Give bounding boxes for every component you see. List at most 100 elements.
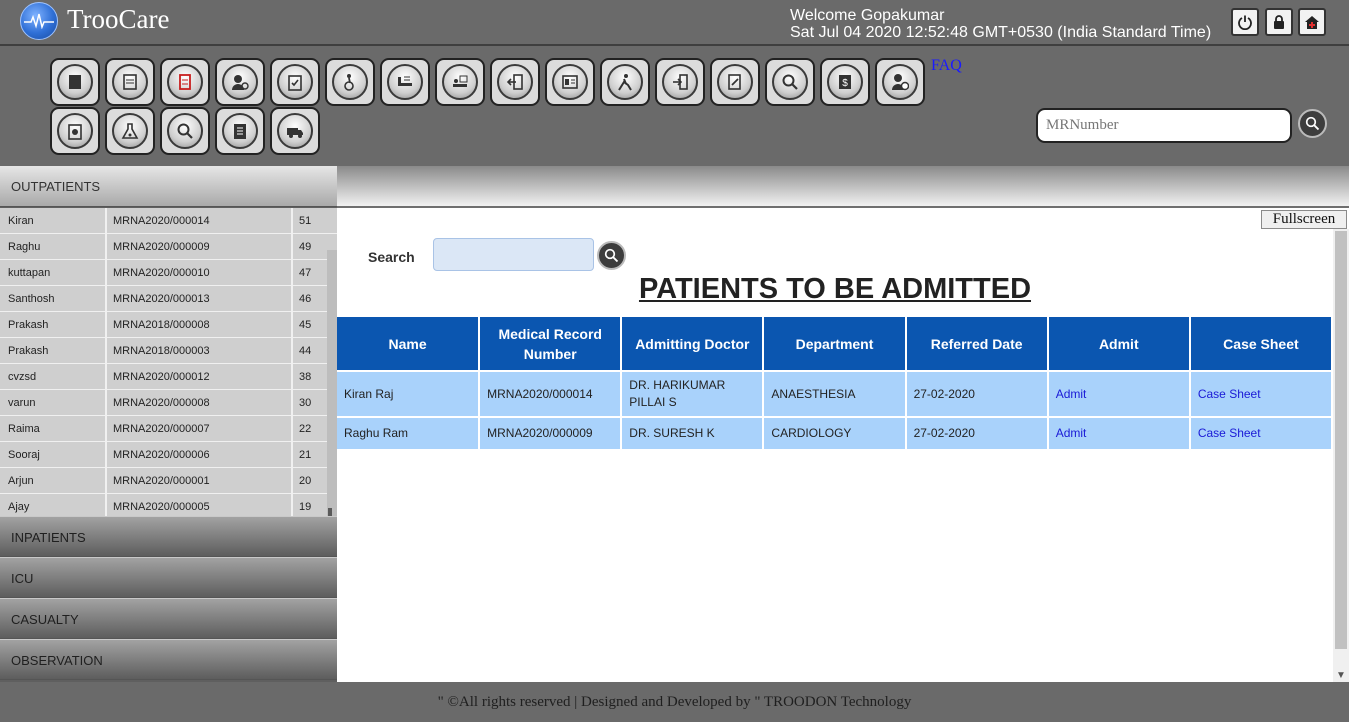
content-header-bar — [337, 166, 1349, 208]
observation-header[interactable]: OBSERVATION — [0, 639, 337, 680]
document-icon — [69, 75, 81, 89]
toolbar-button-4[interactable] — [215, 58, 265, 106]
col-case-sheet[interactable]: Case Sheet — [1189, 317, 1334, 371]
outpatient-row[interactable]: Prakash MRNA2018/000008 45 — [0, 312, 337, 338]
toolbar-button-18[interactable] — [105, 107, 155, 155]
datetime-text: Sat Jul 04 2020 12:52:48 GMT+0530 (India… — [790, 24, 1212, 41]
toolbar-button-1[interactable] — [50, 58, 100, 106]
column-divider — [291, 260, 293, 286]
toolbar-button-15[interactable]: $ — [820, 58, 870, 106]
column-divider — [105, 208, 107, 234]
footer: " ©All rights reserved | Designed and De… — [0, 682, 1349, 722]
case-sheet-link[interactable]: Case Sheet — [1198, 387, 1261, 401]
outpatient-row[interactable]: Sooraj MRNA2020/000006 21 — [0, 442, 337, 468]
toolbar-button-3[interactable] — [160, 58, 210, 106]
toolbar-button-20[interactable] — [215, 107, 265, 155]
outpatient-mr-number: MRNA2020/000014 — [113, 215, 210, 227]
page-title: PATIENTS TO BE ADMITTED — [337, 273, 1333, 306]
clipboard-check-icon — [288, 75, 302, 91]
lock-icon — [1274, 15, 1284, 29]
column-divider — [105, 494, 107, 516]
outpatient-row[interactable]: cvzsd MRNA2020/000012 38 — [0, 364, 337, 390]
search-button[interactable] — [597, 241, 626, 270]
toolbar-button-5[interactable] — [270, 58, 320, 106]
outpatient-token: 21 — [299, 449, 312, 461]
lock-button[interactable] — [1265, 8, 1293, 36]
toolbar-button-17[interactable] — [50, 107, 100, 155]
outpatient-row[interactable]: Ajay MRNA2020/000005 19 — [0, 494, 337, 516]
toolbar-button-2[interactable] — [105, 58, 155, 106]
outpatient-row[interactable]: Santhosh MRNA2020/000013 46 — [0, 286, 337, 312]
outpatient-token: 47 — [299, 267, 312, 279]
medicine-clipboard-icon — [68, 124, 82, 140]
outpatient-mr-number: MRNA2020/000006 — [113, 449, 210, 461]
column-divider — [291, 442, 293, 468]
admit-link[interactable]: Admit — [1056, 426, 1087, 440]
toolbar-button-10[interactable] — [545, 58, 595, 106]
admit-link[interactable]: Admit — [1056, 387, 1087, 401]
outpatient-row[interactable]: Kiran MRNA2020/000014 51 — [0, 208, 337, 234]
outpatient-row[interactable]: Prakash MRNA2018/000003 44 — [0, 338, 337, 364]
cell-name: Raghu Ram — [337, 416, 481, 449]
outpatient-row[interactable]: Raghu MRNA2020/000009 49 — [0, 234, 337, 260]
cell-mr-number: MRNA2020/000014 — [479, 370, 623, 417]
outpatient-row[interactable]: varun MRNA2020/000008 30 — [0, 390, 337, 416]
cell-name: Kiran Raj — [337, 370, 481, 417]
toolbar-button-9[interactable] — [490, 58, 540, 106]
toolbar-button-6[interactable] — [325, 58, 375, 106]
admission-table: Name Medical Record Number Admitting Doc… — [337, 317, 1334, 449]
icu-header[interactable]: ICU — [0, 557, 337, 598]
outpatient-name: Ajay — [8, 501, 30, 513]
home-button[interactable] — [1298, 8, 1326, 36]
outpatient-row[interactable]: Arjun MRNA2020/000001 20 — [0, 468, 337, 494]
outpatient-row[interactable]: Raima MRNA2020/000007 22 — [0, 416, 337, 442]
toolbar-button-19[interactable] — [160, 107, 210, 155]
col-name[interactable]: Name — [337, 317, 481, 371]
column-divider — [291, 208, 293, 234]
outpatient-row[interactable]: kuttapan MRNA2020/000010 47 — [0, 260, 337, 286]
faq-link[interactable]: FAQ — [931, 57, 962, 75]
main-scrollbar[interactable]: ▼ — [1333, 229, 1349, 682]
outpatient-mr-number: MRNA2020/000012 — [113, 371, 210, 383]
column-divider — [291, 494, 293, 516]
inpatients-header[interactable]: INPATIENTS — [0, 516, 337, 557]
transfer-icon — [506, 74, 523, 90]
outpatients-header[interactable]: OUTPATIENTS — [0, 166, 337, 207]
ward-bed-icon — [398, 76, 412, 86]
search-icon — [604, 248, 619, 263]
doctor-schedule-icon — [892, 74, 909, 91]
fullscreen-button[interactable]: Fullscreen — [1261, 210, 1347, 229]
scrollbar-thumb[interactable] — [1335, 231, 1347, 649]
toolbar-button-14[interactable] — [765, 58, 815, 106]
col-department[interactable]: Department — [763, 317, 907, 371]
outpatients-scrollbar[interactable] — [327, 250, 337, 516]
case-sheet-link[interactable]: Case Sheet — [1198, 426, 1261, 440]
scrollbar-thumb[interactable] — [328, 508, 332, 516]
toolbar-button-8[interactable] — [435, 58, 485, 106]
toolbar-button-21[interactable] — [270, 107, 320, 155]
toolbar-button-11[interactable] — [600, 58, 650, 106]
user-settings-icon — [232, 75, 249, 90]
toolbar-button-12[interactable] — [655, 58, 705, 106]
column-divider — [105, 260, 107, 286]
logout-button[interactable] — [1231, 8, 1259, 36]
cell-mr-number: MRNA2020/000009 — [479, 416, 623, 449]
ambulance-icon — [287, 128, 303, 138]
outpatient-name: varun — [8, 397, 36, 409]
scroll-down-icon[interactable]: ▼ — [1336, 670, 1346, 681]
cell-date: 27-02-2020 — [905, 416, 1049, 449]
mr-search-button[interactable] — [1298, 109, 1327, 138]
casualty-header[interactable]: CASUALTY — [0, 598, 337, 639]
toolbar-button-7[interactable] — [380, 58, 430, 106]
toolbar-button-16[interactable] — [875, 58, 925, 106]
emergency-icon — [618, 74, 632, 91]
col-referred-date[interactable]: Referred Date — [905, 317, 1049, 371]
outpatient-mr-number: MRNA2018/000003 — [113, 345, 210, 357]
col-mr-number[interactable]: Medical Record Number — [479, 317, 623, 371]
search-input[interactable] — [433, 238, 594, 271]
search-icon — [782, 74, 798, 90]
col-admitting-doctor[interactable]: Admitting Doctor — [621, 317, 765, 371]
col-admit[interactable]: Admit — [1047, 317, 1191, 371]
toolbar-button-13[interactable] — [710, 58, 760, 106]
mr-number-input[interactable] — [1036, 108, 1292, 143]
